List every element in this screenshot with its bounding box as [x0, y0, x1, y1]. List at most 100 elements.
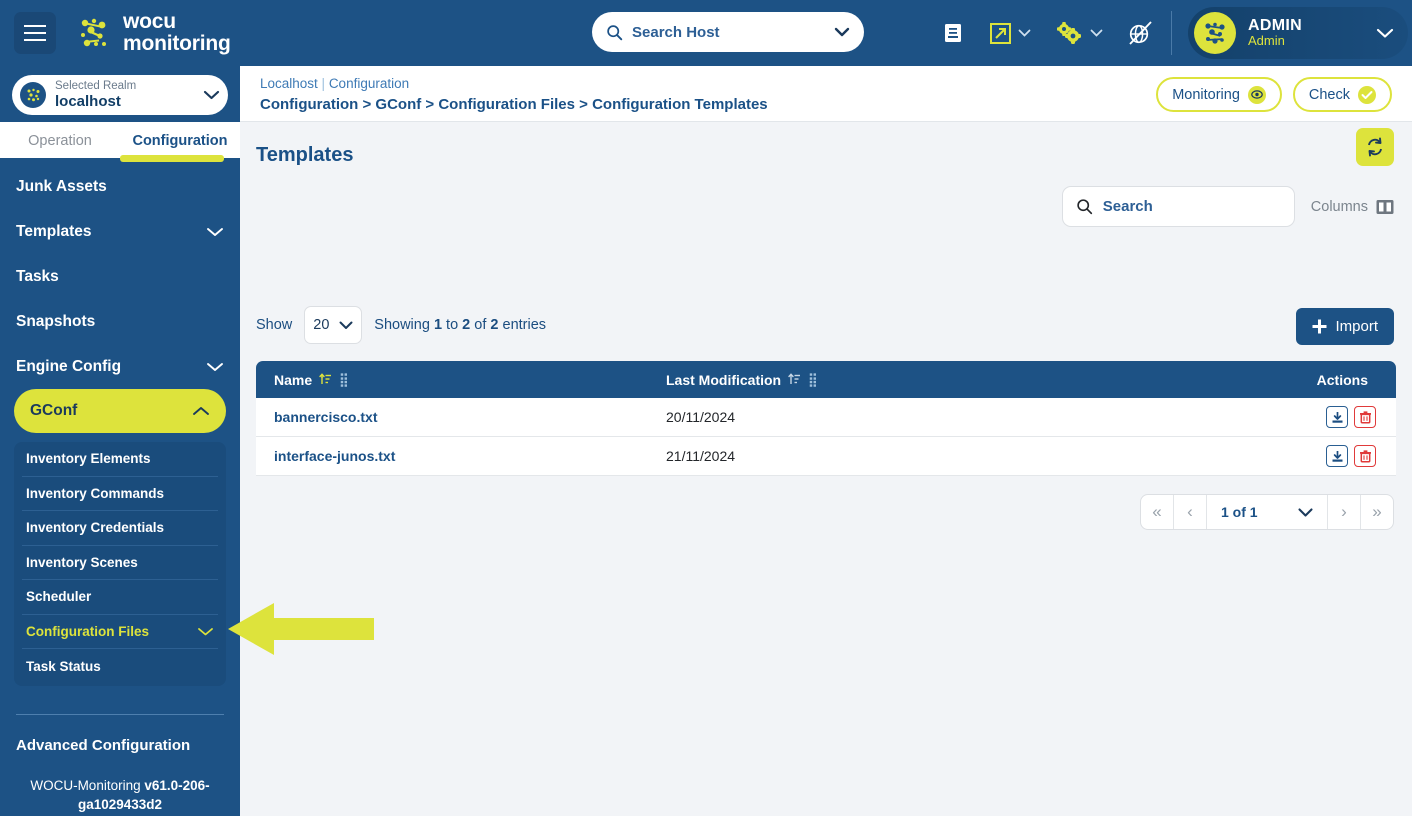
host-search-input[interactable]: Search Host — [592, 12, 864, 52]
submenu-item-task-status[interactable]: Task Status — [22, 649, 218, 684]
column-header-name[interactable]: Name ⣿ — [256, 372, 666, 388]
chevron-down-icon[interactable] — [203, 90, 220, 100]
column-header-label: Actions — [1316, 371, 1368, 388]
page-size-select[interactable]: 20 — [304, 306, 363, 344]
tab-operation[interactable]: Operation — [0, 133, 120, 158]
submenu-item-inventory-credentials[interactable]: Inventory Credentials — [22, 511, 218, 546]
import-button[interactable]: Import — [1296, 308, 1394, 345]
chevron-down-icon[interactable] — [834, 27, 850, 37]
template-link[interactable]: interface-junos.txt — [274, 448, 395, 464]
pagination-next-button[interactable]: › — [1328, 495, 1360, 529]
sidebar-item-templates[interactable]: Templates — [0, 209, 240, 254]
template-link[interactable]: bannercisco.txt — [274, 409, 377, 425]
sidebar-item-engine-config[interactable]: Engine Config — [0, 344, 240, 389]
column-header-last-modification[interactable]: Last Modification ⣿ — [666, 372, 1186, 388]
columns-label: Columns — [1310, 198, 1368, 215]
check-label: Check — [1308, 86, 1350, 103]
monitoring-button[interactable]: Monitoring — [1156, 77, 1282, 112]
chevron-down-icon — [339, 321, 353, 329]
chevron-down-icon — [198, 627, 213, 636]
cell-last-modification: 21/11/2024 — [666, 448, 736, 464]
templates-table: Name ⣿ Last Modification ⣿ Actions banne… — [256, 361, 1396, 476]
book-icon[interactable] — [935, 23, 971, 43]
brand-logo[interactable]: wocu monitoring — [78, 9, 231, 56]
realm-selector[interactable]: Selected Realm localhost — [12, 75, 228, 115]
top-divider — [1171, 11, 1172, 55]
burger-line — [24, 32, 46, 34]
submenu-item-label: Scheduler — [26, 589, 92, 605]
submenu-item-label: Inventory Credentials — [26, 520, 165, 536]
table-toolbar: Search Columns — [1061, 186, 1394, 227]
column-resize-handle[interactable]: ⣿ — [339, 372, 348, 388]
host-search-placeholder: Search Host — [632, 23, 720, 41]
sidebar-item-snapshots[interactable]: Snapshots — [0, 299, 240, 344]
breadcrumb-section[interactable]: Configuration — [329, 76, 409, 91]
column-resize-handle[interactable]: ⣿ — [808, 372, 817, 388]
check-button[interactable]: Check — [1292, 77, 1392, 112]
user-menu[interactable]: ADMIN Admin — [1188, 7, 1408, 59]
breadcrumb-bar: Localhost | Configuration Configuration … — [240, 66, 1412, 122]
table-row[interactable]: bannercisco.txt 20/11/2024 — [256, 398, 1396, 437]
sidebar-item-tasks[interactable]: Tasks — [0, 254, 240, 299]
delete-icon[interactable] — [1354, 406, 1376, 428]
check-icon — [1358, 85, 1376, 104]
sidebar-item-advanced-configuration[interactable]: Advanced Configuration — [0, 715, 240, 754]
submenu-item-inventory-commands[interactable]: Inventory Commands — [22, 477, 218, 511]
brand-text: wocu monitoring — [123, 9, 231, 56]
column-header-label: Last Modification — [666, 371, 782, 388]
cell-actions — [1186, 406, 1396, 428]
sort-icon[interactable] — [788, 373, 801, 386]
breadcrumb-separator: | — [317, 76, 329, 91]
showing-post: entries — [498, 317, 547, 333]
chevron-down-icon[interactable] — [1090, 29, 1103, 37]
refresh-button[interactable] — [1356, 128, 1394, 166]
pagination-last-button[interactable]: » — [1361, 495, 1393, 529]
showing-pre: Showing — [374, 317, 434, 333]
chevron-down-icon[interactable] — [1018, 29, 1031, 37]
menu-toggle-button[interactable] — [14, 12, 56, 54]
sidebar-item-label: Tasks — [16, 267, 59, 285]
sort-ascending-icon[interactable] — [319, 373, 332, 386]
external-link-icon[interactable] — [987, 22, 1013, 44]
cell-actions — [1186, 445, 1396, 467]
globe-slash-icon[interactable] — [1123, 20, 1157, 46]
submenu-item-label: Inventory Scenes — [26, 554, 138, 570]
sidebar-item-junk-assets[interactable]: Junk Assets — [0, 164, 240, 209]
user-name: ADMIN — [1248, 16, 1302, 34]
sidebar-item-label: GConf — [30, 402, 78, 419]
cell-name: bannercisco.txt — [256, 409, 666, 425]
columns-button[interactable]: Columns — [1311, 199, 1394, 215]
download-icon[interactable] — [1326, 445, 1348, 467]
cell-last-modification: 20/11/2024 — [666, 409, 736, 425]
chevron-up-icon — [193, 407, 209, 415]
pagination-prev-button[interactable]: ‹ — [1174, 495, 1206, 529]
submenu-item-label: Inventory Elements — [26, 451, 151, 467]
pagination-first-button[interactable]: « — [1141, 495, 1173, 529]
submenu-item-configuration-files[interactable]: Configuration Files — [22, 615, 218, 649]
gears-icon[interactable] — [1051, 22, 1085, 44]
download-icon[interactable] — [1326, 406, 1348, 428]
table-row[interactable]: interface-junos.txt 21/11/2024 — [256, 437, 1396, 476]
table-header-row: Name ⣿ Last Modification ⣿ Actions — [256, 361, 1396, 398]
brand-line-1: wocu — [123, 9, 176, 33]
show-label: Show — [256, 317, 293, 333]
submenu-item-inventory-elements[interactable]: Inventory Elements — [22, 442, 218, 477]
import-label: Import — [1335, 318, 1378, 335]
chevron-down-icon[interactable] — [1376, 28, 1394, 39]
breadcrumb-realm[interactable]: Localhost — [260, 76, 318, 91]
sidebar: Selected Realm localhost Operation Confi… — [0, 66, 240, 816]
realm-text: Selected Realm localhost — [55, 80, 203, 110]
showing-from: 1 — [433, 317, 443, 333]
sidebar-menu: Junk Assets Templates Tasks Snapshots En… — [0, 158, 240, 816]
realm-value: localhost — [55, 92, 121, 110]
submenu-item-inventory-scenes[interactable]: Inventory Scenes — [22, 546, 218, 580]
sidebar-item-label: Snapshots — [16, 312, 96, 330]
table-search-input[interactable]: Search — [1061, 186, 1295, 227]
submenu-item-scheduler[interactable]: Scheduler — [22, 580, 218, 615]
sidebar-item-gconf[interactable]: GConf — [14, 389, 226, 433]
column-header-label: Name — [274, 371, 313, 388]
chevron-down-icon — [207, 227, 223, 236]
delete-icon[interactable] — [1354, 445, 1376, 467]
version-prefix: WOCU-Monitoring — [30, 777, 145, 793]
pagination-page-select[interactable]: 1 of 1 — [1207, 504, 1327, 520]
